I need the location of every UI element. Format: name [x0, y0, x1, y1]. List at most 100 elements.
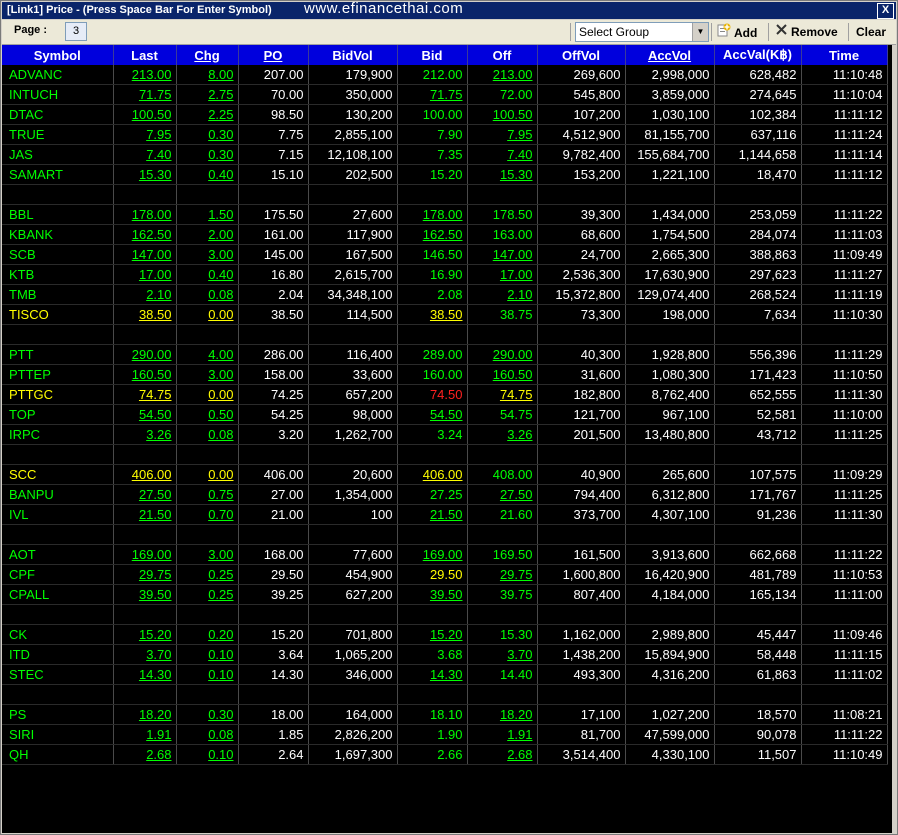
time-cell: 11:11:30	[801, 384, 888, 405]
empty-cell	[397, 524, 468, 545]
accval-cell: 11,507	[714, 744, 802, 765]
col-header-chg[interactable]: Chg	[176, 45, 239, 65]
table-row[interactable]: SCB 147.00 3.00 145.00 167,500 146.50 147.00 24…	[2, 244, 888, 265]
symbol-cell[interactable]: KBANK	[2, 224, 114, 245]
table-row[interactable]: BBL 178.00 1.50 175.50 27,600 178.00 178.50 39,…	[2, 204, 888, 225]
col-header-last[interactable]: Last	[113, 45, 177, 65]
symbol-cell[interactable]: PS	[2, 704, 114, 725]
clear-button[interactable]: Clear	[856, 23, 886, 41]
table-row[interactable]: PTTEP 160.50 3.00 158.00 33,600 160.00 160.50 3…	[2, 364, 888, 385]
table-row[interactable]: TMB 2.10 0.08 2.04 34,348,100 2.08 2.10 15,372,…	[2, 284, 888, 305]
symbol-cell[interactable]: PTTEP	[2, 364, 114, 385]
table-row[interactable]: IVL 21.50 0.70 21.00 100 21.50 21.60 373,700 4,3…	[2, 504, 888, 525]
symbol-cell[interactable]: DTAC	[2, 104, 114, 125]
offvol-cell: 1,600,800	[537, 564, 626, 585]
table-row[interactable]: QH 2.68 0.10 2.64 1,697,300 2.66 2.68 3,514,400…	[2, 744, 888, 765]
table-row[interactable]: KBANK 162.50 2.00 161.00 117,900 162.50 163.00…	[2, 224, 888, 245]
col-header-po[interactable]: PO	[238, 45, 309, 65]
po-cell: 207.00	[238, 65, 309, 85]
po-cell: 1.85	[238, 724, 309, 745]
page-input[interactable]: 3	[65, 22, 87, 41]
empty-cell	[625, 684, 715, 705]
chevron-down-icon[interactable]: ▼	[692, 23, 708, 41]
symbol-cell[interactable]: CK	[2, 624, 114, 645]
symbol-cell[interactable]: JAS	[2, 144, 114, 165]
col-header-symbol[interactable]: Symbol	[2, 45, 114, 65]
symbol-cell[interactable]: BBL	[2, 204, 114, 225]
symbol-cell[interactable]: CPF	[2, 564, 114, 585]
symbol-cell[interactable]: ITD	[2, 644, 114, 665]
symbol-cell[interactable]: IRPC	[2, 424, 114, 445]
symbol-cell[interactable]: TOP	[2, 404, 114, 425]
accval-cell: 284,074	[714, 224, 802, 245]
symbol-cell[interactable]: TISCO	[2, 304, 114, 325]
offvol-cell: 9,782,400	[537, 144, 626, 165]
table-row[interactable]: BANPU 27.50 0.75 27.00 1,354,000 27.25 27.50 79…	[2, 484, 888, 505]
offvol-cell: 24,700	[537, 244, 626, 265]
chg-cell: 0.40	[176, 264, 239, 285]
symbol-cell[interactable]: IVL	[2, 504, 114, 525]
table-row[interactable]: TISCO 38.50 0.00 38.50 114,500 38.50 38.75 73,3…	[2, 304, 888, 325]
empty-cell	[176, 184, 239, 205]
table-row[interactable]: IRPC 3.26 0.08 3.20 1,262,700 3.24 3.26 201,500…	[2, 424, 888, 445]
symbol-cell[interactable]: TMB	[2, 284, 114, 305]
group-select[interactable]: Select Group ▼	[575, 22, 709, 42]
remove-button[interactable]: Remove	[773, 23, 838, 41]
table-row[interactable]: ITD 3.70 0.10 3.64 1,065,200 3.68 3.70 1,438,20…	[2, 644, 888, 665]
table-row[interactable]: TOP 54.50 0.50 54.25 98,000 54.50 54.75 121,700…	[2, 404, 888, 425]
symbol-cell[interactable]: STEC	[2, 664, 114, 685]
table-row[interactable]: KTB 17.00 0.40 16.80 2,615,700 16.90 17.00 2,53…	[2, 264, 888, 285]
accval-cell: 268,524	[714, 284, 802, 305]
table-row[interactable]: DTAC 100.50 2.25 98.50 130,200 100.00 100.50 10…	[2, 104, 888, 125]
symbol-cell[interactable]: QH	[2, 744, 114, 765]
symbol-cell[interactable]: KTB	[2, 264, 114, 285]
table-row[interactable]: CK 15.20 0.20 15.20 701,800 15.20 15.30 1,162,0…	[2, 624, 888, 645]
off-cell: 290.00	[467, 344, 538, 365]
table-row[interactable]: PTTGC 74.75 0.00 74.25 657,200 74.50 74.75 182,…	[2, 384, 888, 405]
symbol-cell[interactable]: PTTGC	[2, 384, 114, 405]
symbol-cell[interactable]: INTUCH	[2, 84, 114, 105]
table-row[interactable]: AOT 169.00 3.00 168.00 77,600 169.00 169.50 161…	[2, 544, 888, 565]
symbol-cell[interactable]: CPALL	[2, 584, 114, 605]
table-row[interactable]: JAS 7.40 0.30 7.15 12,108,100 7.35 7.40 9,782,4…	[2, 144, 888, 165]
accval-cell: 637,116	[714, 124, 802, 145]
col-header-bid[interactable]: Bid	[397, 45, 468, 65]
symbol-cell[interactable]: PTT	[2, 344, 114, 365]
table-row[interactable]: PS 18.20 0.30 18.00 164,000 18.10 18.20 17,100 1…	[2, 704, 888, 725]
table-row[interactable]: SAMART 15.30 0.40 15.10 202,500 15.20 15.30 153…	[2, 164, 888, 185]
symbol-cell[interactable]: SAMART	[2, 164, 114, 185]
symbol-cell[interactable]: AOT	[2, 544, 114, 565]
table-row[interactable]: INTUCH 71.75 2.75 70.00 350,000 71.75 72.00 545…	[2, 84, 888, 105]
col-header-offvol[interactable]: OffVol	[537, 45, 626, 65]
table-row[interactable]: SCC 406.00 0.00 406.00 20,600 406.00 408.00 40,…	[2, 464, 888, 485]
table-row[interactable]: CPF 29.75 0.25 29.50 454,900 29.50 29.75 1,600,…	[2, 564, 888, 585]
symbol-cell[interactable]: TRUE	[2, 124, 114, 145]
table-row[interactable]: TRUE 7.95 0.30 7.75 2,855,100 7.90 7.95 4,512,9…	[2, 124, 888, 145]
table-row[interactable]: ADVANC 213.00 8.00 207.00 179,900 212.00 213.0…	[2, 65, 888, 85]
bidvol-cell: 657,200	[308, 384, 398, 405]
symbol-cell[interactable]: BANPU	[2, 484, 114, 505]
bidvol-cell: 98,000	[308, 404, 398, 425]
col-header-off[interactable]: Off	[467, 45, 538, 65]
symbol-cell[interactable]: SIRI	[2, 724, 114, 745]
accvol-cell: 47,599,000	[625, 724, 715, 745]
close-button[interactable]: X	[877, 3, 894, 19]
last-cell: 178.00	[113, 204, 177, 225]
table-row[interactable]: STEC 14.30 0.10 14.30 346,000 14.30 14.40 493,3…	[2, 664, 888, 685]
col-header-time[interactable]: Time	[801, 45, 888, 65]
col-header-bidvol[interactable]: BidVol	[308, 45, 398, 65]
last-cell: 3.26	[113, 424, 177, 445]
col-header-accval[interactable]: AccVal(K฿)	[714, 45, 802, 65]
add-button[interactable]: Add	[716, 23, 757, 41]
empty-cell	[2, 444, 114, 465]
col-header-accvol[interactable]: AccVol	[625, 45, 715, 65]
table-row[interactable]: SIRI 1.91 0.08 1.85 2,826,200 1.90 1.91 81,700 4…	[2, 724, 888, 745]
table-row[interactable]: PTT 290.00 4.00 286.00 116,400 289.00 290.00 40…	[2, 344, 888, 365]
symbol-cell[interactable]: SCC	[2, 464, 114, 485]
symbol-cell[interactable]: ADVANC	[2, 65, 114, 85]
empty-cell	[2, 524, 114, 545]
table-row[interactable]: CPALL 39.50 0.25 39.25 627,200 39.50 39.75 807,…	[2, 584, 888, 605]
offvol-cell: 1,438,200	[537, 644, 626, 665]
empty-cell	[2, 324, 114, 345]
symbol-cell[interactable]: SCB	[2, 244, 114, 265]
